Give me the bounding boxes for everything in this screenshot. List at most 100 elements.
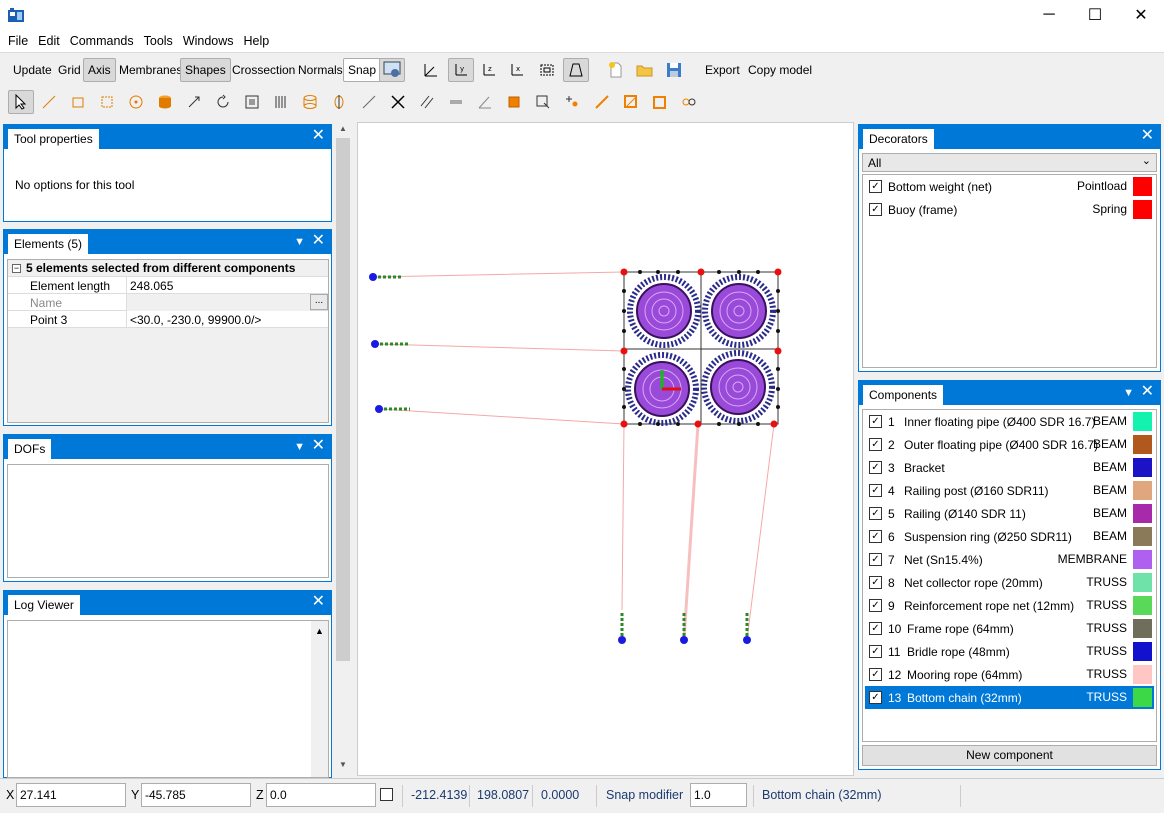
checkbox[interactable]: ✓ <box>869 507 882 520</box>
normals-toggle[interactable]: Normals <box>293 58 348 82</box>
checkbox[interactable]: ✓ <box>869 645 882 658</box>
chevron-down-icon[interactable]: ▼ <box>1123 385 1134 401</box>
checkbox[interactable]: ✓ <box>869 553 882 566</box>
scroll-thumb[interactable] <box>336 138 350 661</box>
render-icon[interactable] <box>379 58 405 82</box>
checkbox[interactable]: ✓ <box>869 180 882 193</box>
menu-help[interactable]: Help <box>239 30 275 52</box>
extrude-icon[interactable] <box>299 91 321 113</box>
log-viewer-tab[interactable]: Log Viewer <box>8 595 80 615</box>
elements-tab[interactable]: Elements (5) <box>8 234 89 254</box>
dofs-tab[interactable]: DOFs <box>8 439 52 459</box>
angle-icon[interactable] <box>474 91 496 113</box>
chevron-down-icon[interactable]: ⌄ <box>1142 154 1151 167</box>
ellipsis-button[interactable]: ... <box>310 294 328 310</box>
checkbox[interactable]: ✓ <box>869 415 882 428</box>
color-swatch[interactable] <box>1133 550 1152 569</box>
color-swatch[interactable] <box>1133 619 1152 638</box>
color-swatch[interactable] <box>1133 435 1152 454</box>
log-text-area[interactable]: ▲ <box>7 620 329 778</box>
component-item[interactable]: ✓ 2 Outer floating pipe (Ø400 SDR 16.7) BEA… <box>865 433 1154 456</box>
property-value[interactable]: 248.065 <box>130 279 173 293</box>
line-tool-icon[interactable] <box>358 91 380 113</box>
component-item[interactable]: ✓ 10 Frame rope (64mm) TRUSS <box>865 617 1154 640</box>
y-coordinate-input[interactable] <box>141 783 251 807</box>
checkbox[interactable]: ✓ <box>869 622 882 635</box>
export-button[interactable]: Export <box>700 58 745 82</box>
component-item[interactable]: ✓ 1 Inner floating pipe (Ø400 SDR 16.7) BEA… <box>865 410 1154 433</box>
component-item[interactable]: ✓ 9 Reinforcement rope net (12mm) TRUSS <box>865 594 1154 617</box>
view-xy-icon[interactable]: y <box>448 58 474 82</box>
node-select-icon[interactable] <box>503 91 525 113</box>
color-swatch[interactable] <box>1133 527 1152 546</box>
close-window-button[interactable]: ✕ <box>1118 0 1164 30</box>
component-item[interactable]: ✓ 7 Net (Sn15.4%) MEMBRANE <box>865 548 1154 571</box>
component-item[interactable]: ✓ 4 Railing post (Ø160 SDR11) BEAM <box>865 479 1154 502</box>
property-group-header[interactable]: − 5 elements selected from different com… <box>8 260 328 277</box>
component-item[interactable]: ✓ 6 Suspension ring (Ø250 SDR11) BEAM <box>865 525 1154 548</box>
color-swatch[interactable] <box>1133 642 1152 661</box>
lock-coordinates-checkbox[interactable] <box>380 788 393 801</box>
add-line-icon[interactable] <box>591 91 613 113</box>
component-item[interactable]: ✓ 11 Bridle rope (48mm) TRUSS <box>865 640 1154 663</box>
view-xz-icon[interactable]: z <box>478 59 500 81</box>
checkbox[interactable]: ✓ <box>869 203 882 216</box>
decorator-filter-select[interactable]: All ⌄ <box>862 153 1157 172</box>
close-icon[interactable]: ✕ <box>1141 383 1154 401</box>
menu-file[interactable]: File <box>3 30 33 52</box>
close-icon[interactable]: ✕ <box>312 232 325 250</box>
color-swatch[interactable] <box>1133 458 1152 477</box>
chevron-up-icon[interactable]: ▲ <box>315 626 324 636</box>
chevron-up-icon[interactable]: ▲ <box>339 124 347 133</box>
close-icon[interactable]: ✕ <box>312 127 325 145</box>
save-icon[interactable] <box>663 59 685 81</box>
color-swatch[interactable] <box>1133 573 1152 592</box>
menu-edit[interactable]: Edit <box>33 30 65 52</box>
draw-line-icon[interactable] <box>38 91 60 113</box>
new-component-button[interactable]: New component <box>862 745 1157 766</box>
decorators-tab[interactable]: Decorators <box>863 129 934 149</box>
copy-model-button[interactable]: Copy model <box>743 58 817 82</box>
log-scrollbar[interactable]: ▲ <box>311 621 328 777</box>
color-swatch[interactable] <box>1133 504 1152 523</box>
decorator-item[interactable]: ✓ Buoy (frame) Spring <box>865 198 1154 221</box>
property-row[interactable]: Point 3 <30.0, -230.0, 99900.0/> <box>8 311 328 328</box>
add-face-icon[interactable] <box>620 91 642 113</box>
property-row[interactable]: Name ... <box>8 294 328 311</box>
circle-icon[interactable] <box>125 91 147 113</box>
grid-rect-icon[interactable] <box>96 91 118 113</box>
menu-commands[interactable]: Commands <box>65 30 139 52</box>
checkbox[interactable]: ✓ <box>869 691 882 704</box>
add-element-icon[interactable] <box>649 91 671 113</box>
cylinder-icon[interactable] <box>154 91 176 113</box>
tool-properties-tab[interactable]: Tool properties <box>8 129 99 149</box>
snap-modifier-input[interactable] <box>690 783 747 807</box>
checkbox[interactable]: ✓ <box>869 599 882 612</box>
collapse-icon[interactable]: − <box>12 263 21 273</box>
chevron-down-icon[interactable]: ▼ <box>339 760 347 769</box>
rotate-icon[interactable] <box>212 91 234 113</box>
select-pointer-icon[interactable] <box>8 90 34 114</box>
intersect-icon[interactable] <box>387 91 409 113</box>
color-swatch[interactable] <box>1133 688 1152 707</box>
checkbox[interactable]: ✓ <box>869 530 882 543</box>
split-icon[interactable] <box>445 91 467 113</box>
color-swatch[interactable] <box>1133 481 1152 500</box>
checkbox[interactable]: ✓ <box>869 484 882 497</box>
decorator-item[interactable]: ✓ Bottom weight (net) Pointload <box>865 175 1154 198</box>
component-item[interactable]: ✓ 8 Net collector rope (20mm) TRUSS <box>865 571 1154 594</box>
model-viewport[interactable] <box>357 122 854 776</box>
component-item[interactable]: ✓ 3 Bracket BEAM <box>865 456 1154 479</box>
menu-windows[interactable]: Windows <box>178 30 239 52</box>
property-row[interactable]: Element length 248.065 <box>8 277 328 294</box>
checkbox[interactable]: ✓ <box>869 668 882 681</box>
array-icon[interactable] <box>270 91 292 113</box>
color-swatch[interactable] <box>1133 177 1152 196</box>
checkbox[interactable]: ✓ <box>869 576 882 589</box>
axis-toggle[interactable]: Axis <box>83 58 116 82</box>
view-iso-icon[interactable] <box>420 59 442 81</box>
checkbox[interactable]: ✓ <box>869 461 882 474</box>
open-folder-icon[interactable] <box>634 59 656 81</box>
component-item[interactable]: ✓ 5 Railing (Ø140 SDR 11) BEAM <box>865 502 1154 525</box>
components-tab[interactable]: Components <box>863 385 944 405</box>
